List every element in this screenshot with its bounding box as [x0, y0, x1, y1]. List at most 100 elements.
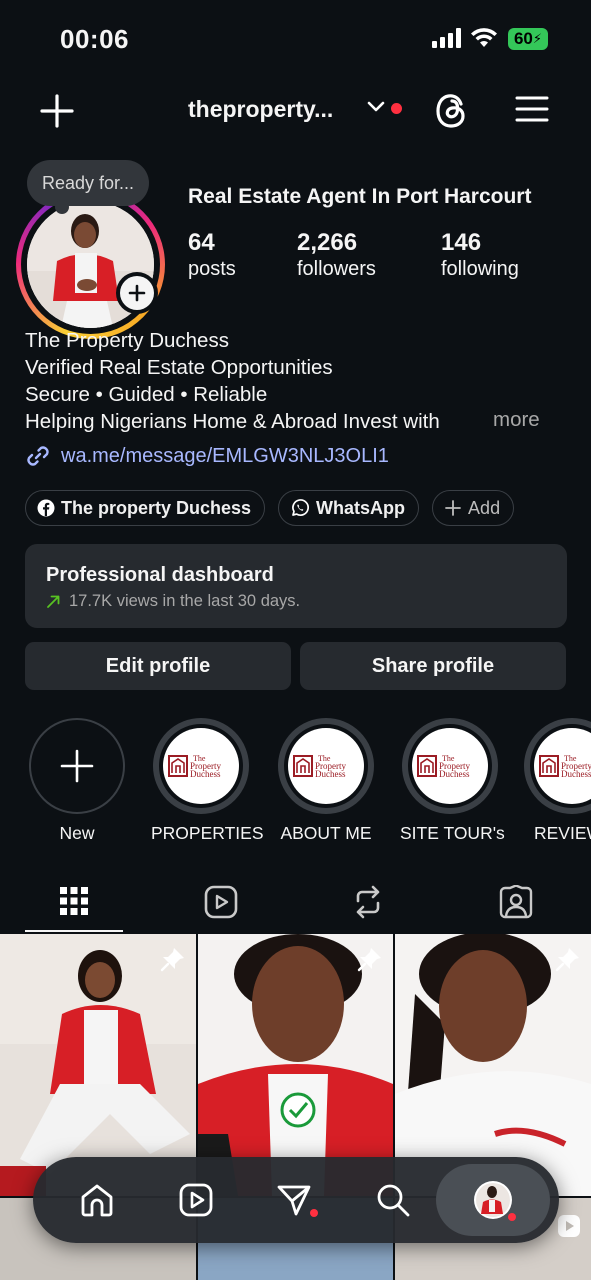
dashboard-title: Professional dashboard [46, 564, 274, 586]
svg-text:Duchess: Duchess [439, 769, 470, 779]
facebook-icon [37, 499, 55, 517]
edit-profile-button[interactable]: Edit profile [25, 642, 291, 690]
property-duchess-logo: The Property Duchess [288, 728, 364, 804]
stat-following-label: following [441, 258, 519, 280]
nav-profile[interactable] [453, 1157, 533, 1243]
profile-link-text: wa.me/message/EMLGW3NLJ3OLI1 [61, 444, 389, 467]
highlight-label: REVIEW [534, 823, 591, 843]
highlight-label: ABOUT ME [280, 823, 372, 843]
profile-link[interactable]: wa.me/message/EMLGW3NLJ3OLI1 [25, 443, 389, 469]
stat-following[interactable]: 146 following [441, 229, 519, 281]
stat-following-value: 146 [441, 229, 482, 256]
tab-tagged[interactable] [467, 872, 565, 932]
nav-reels[interactable] [156, 1157, 236, 1243]
highlight-circle: The Property Duchess [153, 718, 249, 814]
reels-icon [204, 885, 238, 919]
bottom-navigation [33, 1157, 559, 1243]
bio-line: Secure • Guided • Reliable [25, 383, 268, 406]
trending-up-arrow-icon [47, 595, 60, 608]
reels-icon [179, 1183, 213, 1217]
tagged-person-icon [499, 885, 533, 919]
repost-icon [356, 885, 380, 919]
highlight-properties[interactable]: The Property Duchess PROPERTIES [151, 718, 264, 844]
whatsapp-icon [292, 499, 310, 516]
stat-posts-label: posts [188, 258, 236, 280]
dashboard-subtitle: 17.7K views in the last 30 days. [46, 592, 300, 611]
tab-reposts[interactable] [319, 872, 417, 932]
tab-reels[interactable] [172, 872, 270, 932]
battery-level: 60 [513, 29, 533, 48]
highlight-label: SITE TOUR's [400, 823, 505, 843]
profile-header: theproperty... [0, 86, 591, 136]
pin-icon [357, 948, 381, 972]
stat-followers-label: followers [297, 258, 376, 280]
stat-followers[interactable]: 2,266 followers [297, 229, 376, 281]
chip-add[interactable]: Add [432, 490, 515, 526]
chip-whatsapp[interactable]: WhatsApp [278, 490, 420, 526]
status-bar: 00:06 60 ⚡ [0, 0, 591, 80]
pin-icon [555, 948, 579, 972]
battery-indicator: 60 ⚡ [508, 28, 548, 50]
wifi-icon [471, 28, 497, 47]
chevron-down-icon[interactable] [366, 100, 386, 114]
stat-posts[interactable]: 64 posts [188, 229, 236, 281]
plus-icon [60, 749, 94, 783]
profile-note-bubble[interactable]: Ready for... [27, 160, 150, 214]
highlight-circle: The Property Duchess [278, 718, 374, 814]
tab-grid[interactable] [25, 872, 123, 932]
search-icon [377, 1184, 410, 1217]
property-duchess-logo: The Property Duchess [412, 728, 488, 804]
highlight-site-tours[interactable]: The Property Duchess SITE TOUR's [400, 718, 505, 844]
highlight-new[interactable]: New [27, 718, 127, 844]
highlight-circle: The Property Duchess [402, 718, 498, 814]
avatar-story-ring[interactable] [16, 190, 165, 339]
create-plus-icon[interactable] [38, 92, 76, 130]
svg-text:Duchess: Duchess [561, 769, 591, 779]
share-profile-button[interactable]: Share profile [300, 642, 566, 690]
nav-messages[interactable] [254, 1157, 334, 1243]
bio-more-link[interactable]: more [493, 408, 540, 432]
plus-icon [445, 500, 461, 516]
svg-text:Duchess: Duchess [315, 769, 346, 779]
username-switcher[interactable]: theproperty... [188, 96, 333, 123]
profile-notification-dot [508, 1213, 516, 1221]
stat-followers-value: 2,266 [297, 229, 358, 256]
direct-send-icon [277, 1185, 311, 1216]
professional-dashboard-card[interactable]: Professional dashboard 17.7K views in th… [25, 544, 567, 628]
profile-category: Real Estate Agent In Port Harcourt [188, 185, 532, 208]
highlight-label: New [59, 823, 95, 843]
chip-facebook[interactable]: The property Duchess [25, 490, 266, 526]
highlight-reviews[interactable]: The Property Duchess REVIEW [524, 718, 591, 844]
highlight-new-circle [29, 718, 125, 814]
nav-home[interactable] [57, 1157, 137, 1243]
link-icon [27, 446, 49, 466]
chip-add-label: Add [468, 497, 501, 518]
bio-line: The Property Duchess [25, 329, 229, 352]
cellular-signal-icon [432, 28, 461, 48]
bio-line: Verified Real Estate Opportunities [25, 356, 333, 379]
status-time: 00:06 [60, 24, 129, 54]
highlight-label: PROPERTIES [151, 823, 264, 843]
threads-icon[interactable] [432, 90, 472, 132]
profile-avatar-icon [474, 1181, 512, 1219]
plus-icon [128, 284, 146, 302]
hamburger-menu-icon[interactable] [515, 95, 549, 123]
svg-text:Duchess: Duchess [190, 769, 221, 779]
reel-play-icon [558, 1215, 580, 1237]
property-duchess-logo: The Property Duchess [534, 728, 591, 804]
stat-posts-value: 64 [188, 229, 215, 256]
highlight-about-me[interactable]: The Property Duchess ABOUT ME [276, 718, 376, 844]
grid-icon [60, 887, 88, 915]
property-duchess-logo: The Property Duchess [163, 728, 239, 804]
chip-facebook-label: The property Duchess [61, 497, 252, 518]
nav-search[interactable] [353, 1157, 433, 1243]
profile-content-tabs [0, 872, 591, 932]
add-story-button[interactable] [116, 272, 158, 314]
messages-notification-dot [310, 1209, 318, 1217]
pin-icon [160, 948, 184, 972]
profile-chips: The property Duchess WhatsApp Add [25, 490, 515, 526]
chip-whatsapp-label: WhatsApp [316, 497, 406, 518]
notification-dot [391, 103, 402, 114]
dashboard-subtitle-text: 17.7K views in the last 30 days. [69, 592, 301, 610]
home-icon [81, 1184, 113, 1217]
